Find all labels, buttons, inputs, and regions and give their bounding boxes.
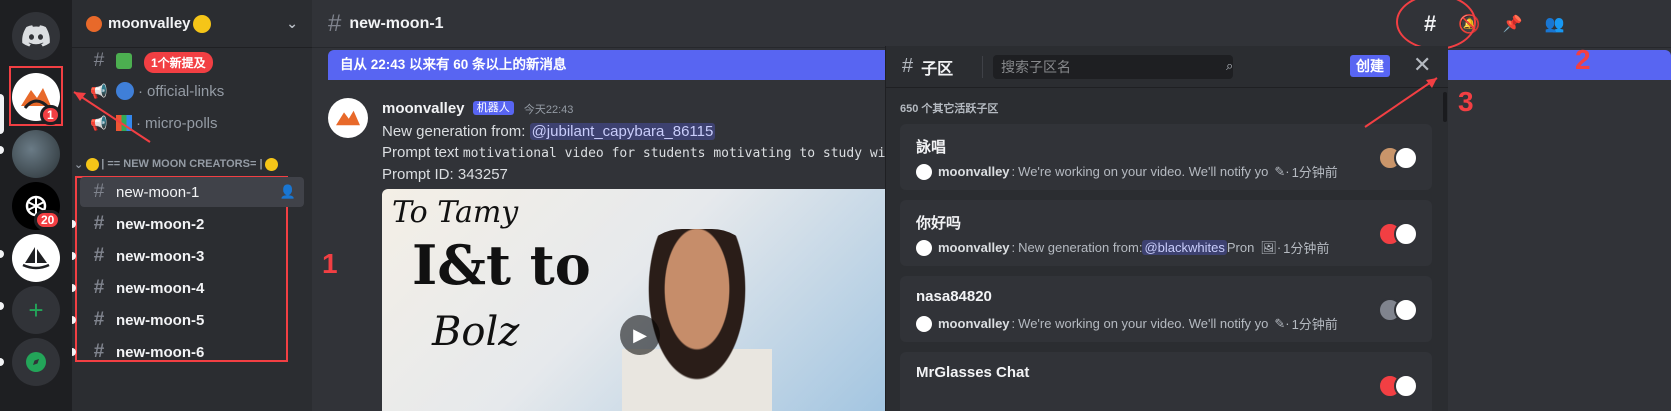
annotation-overlay xyxy=(1364,77,1438,128)
annotation-number-3: 3 xyxy=(1458,86,1474,117)
annotation-arrow-3 xyxy=(1364,77,1438,128)
annotation-number-1: 1 xyxy=(322,248,338,279)
arrow-head-icon xyxy=(1426,78,1437,88)
annotation-number-2: 2 xyxy=(1575,44,1591,75)
discord-app: 1 20 + moonvalley ⌄ # 1个新提及 📢 · official… xyxy=(0,0,1671,411)
